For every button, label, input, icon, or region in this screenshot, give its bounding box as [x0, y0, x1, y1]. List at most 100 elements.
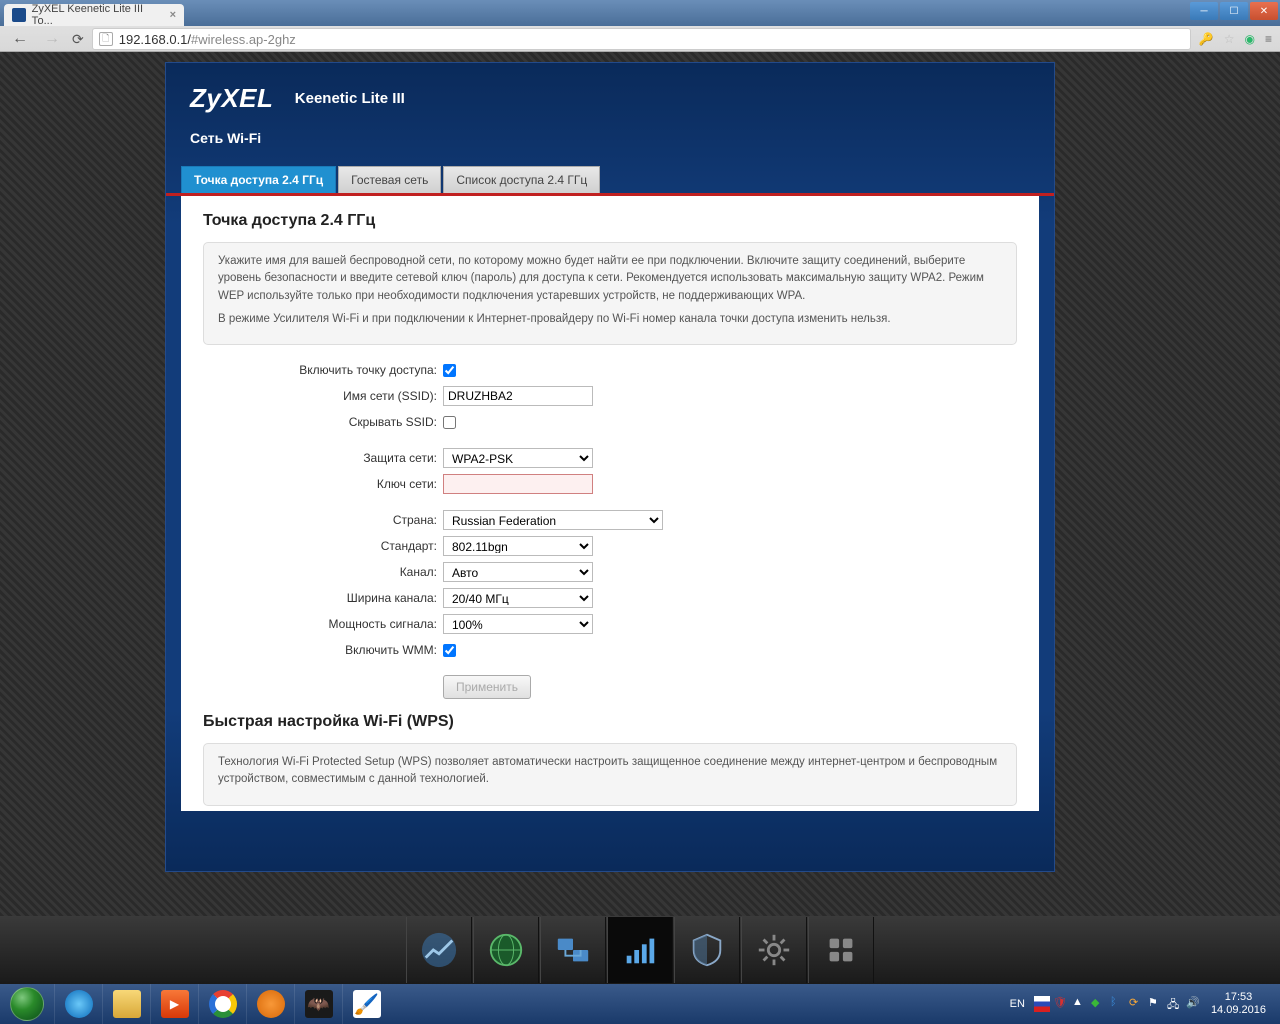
tray-chevron-icon[interactable]: ▲: [1072, 996, 1088, 1012]
tray-clock[interactable]: 17:53 14.09.2016: [1205, 991, 1272, 1017]
url-host: 192.168.0.1/#wireless.ap-2ghz: [119, 32, 296, 47]
gear-icon: [755, 931, 793, 969]
power-label: Мощность сигнала:: [203, 617, 443, 631]
channel-label: Канал:: [203, 565, 443, 579]
tab-title: ZyXEL Keenetic Lite III То...: [32, 3, 164, 27]
security-select[interactable]: WPA2-PSK: [443, 448, 593, 468]
info-box: Укажите имя для вашей беспроводной сети,…: [203, 242, 1017, 345]
url-input[interactable]: 🗋 192.168.0.1/#wireless.ap-2ghz: [92, 28, 1191, 50]
reload-button[interactable]: ⟳: [72, 31, 84, 48]
section-title: Сеть Wi-Fi: [190, 130, 1030, 146]
apply-button-1[interactable]: Применить: [443, 675, 531, 699]
key-icon[interactable]: 🔑: [1199, 32, 1214, 46]
router-bottom-nav: [0, 916, 1280, 984]
tray-shield-icon[interactable]: 🛡: [1053, 996, 1069, 1012]
standard-select[interactable]: 802.11bgn: [443, 536, 593, 556]
ie-icon: [65, 990, 93, 1018]
orange-circle-icon: [257, 990, 285, 1018]
ssid-label: Имя сети (SSID):: [203, 389, 443, 403]
apps-grid-icon: [822, 931, 860, 969]
router-header: ZyXEL Keenetic Lite III Сеть Wi-Fi: [166, 63, 1054, 156]
tray-action-icon[interactable]: ⚑: [1148, 996, 1164, 1012]
taskbar-app1[interactable]: [246, 984, 294, 1024]
forward-button[interactable]: →: [40, 30, 64, 48]
key-label: Ключ сети:: [203, 477, 443, 491]
windows-logo-icon: [10, 987, 44, 1021]
ssid-input[interactable]: [443, 386, 593, 406]
nav-wifi[interactable]: [607, 917, 673, 983]
start-button[interactable]: [0, 984, 54, 1024]
nav-settings[interactable]: [741, 917, 807, 983]
taskbar-app2[interactable]: 🦇: [294, 984, 342, 1024]
media-icon: ▶: [161, 990, 189, 1018]
brand-logo: ZyXEL: [190, 83, 273, 114]
wifi-bars-icon: [621, 931, 659, 969]
nav-security[interactable]: [674, 917, 740, 983]
wmm-label: Включить WMM:: [203, 643, 443, 657]
tab-access-list[interactable]: Список доступа 2.4 ГГц: [443, 166, 600, 193]
tray-update-icon[interactable]: ⟳: [1129, 996, 1145, 1012]
window-minimize-button[interactable]: ─: [1190, 2, 1218, 20]
tray-flag-icon[interactable]: [1034, 996, 1050, 1012]
tray-network-icon[interactable]: 🖧: [1167, 996, 1183, 1012]
enable-ap-label: Включить точку доступа:: [203, 363, 443, 377]
tab-favicon: [12, 8, 26, 22]
nav-network[interactable]: [540, 917, 606, 983]
content-area: Точка доступа 2.4 ГГц Укажите имя для ва…: [181, 196, 1039, 811]
page-icon: 🗋: [99, 32, 113, 46]
back-button[interactable]: ←: [8, 30, 32, 48]
browser-tab[interactable]: ZyXEL Keenetic Lite III То... ×: [4, 4, 184, 26]
key-input[interactable]: [443, 474, 593, 494]
security-label: Защита сети:: [203, 451, 443, 465]
star-icon[interactable]: ☆: [1224, 32, 1235, 46]
nav-internet[interactable]: [473, 917, 539, 983]
width-select[interactable]: 20/40 МГц: [443, 588, 593, 608]
tray-bt-icon[interactable]: ᛒ: [1110, 996, 1126, 1012]
browser-chrome: ZyXEL Keenetic Lite III То... × ─ ☐ ✕ ← …: [0, 0, 1280, 52]
settings-tabs: Точка доступа 2.4 ГГц Гостевая сеть Спис…: [166, 166, 1054, 196]
tray-volume-icon[interactable]: 🔊: [1186, 996, 1202, 1012]
wmm-checkbox[interactable]: [443, 644, 456, 657]
taskbar-app3[interactable]: 🖌️: [342, 984, 390, 1024]
taskbar-explorer[interactable]: [102, 984, 150, 1024]
brush-icon: 🖌️: [353, 990, 381, 1018]
windows-taskbar: ▶ 🦇 🖌️ EN 🛡 ▲ ◆ ᛒ ⟳ ⚑ 🖧 🔊 17:53 14.09.20…: [0, 984, 1280, 1024]
nav-apps[interactable]: [808, 917, 874, 983]
extension-icons: 🔑 ☆ ◉ ≡: [1199, 32, 1272, 46]
power-select[interactable]: 100%: [443, 614, 593, 634]
folder-icon: [113, 990, 141, 1018]
address-bar: ← → ⟳ 🗋 192.168.0.1/#wireless.ap-2ghz 🔑 …: [0, 26, 1280, 52]
tab-ap-24ghz[interactable]: Точка доступа 2.4 ГГц: [181, 166, 336, 193]
globe-icon: [487, 931, 525, 969]
tab-guest[interactable]: Гостевая сеть: [338, 166, 441, 193]
tab-bar: ZyXEL Keenetic Lite III То... × ─ ☐ ✕: [0, 0, 1280, 26]
taskbar-ie[interactable]: [54, 984, 102, 1024]
enable-ap-checkbox[interactable]: [443, 364, 456, 377]
channel-select[interactable]: Авто: [443, 562, 593, 582]
taskbar-media[interactable]: ▶: [150, 984, 198, 1024]
page-title: Точка доступа 2.4 ГГц: [203, 212, 1017, 230]
monitor-icon: [420, 931, 458, 969]
country-select[interactable]: Russian Federation: [443, 510, 663, 530]
network-icon: [554, 931, 592, 969]
wps-heading: Быстрая настройка Wi-Fi (WPS): [203, 713, 1017, 731]
tab-close-icon[interactable]: ×: [170, 9, 176, 21]
hide-ssid-label: Скрывать SSID:: [203, 415, 443, 429]
country-label: Страна:: [203, 513, 443, 527]
menu-icon[interactable]: ≡: [1265, 32, 1272, 46]
standard-label: Стандарт:: [203, 539, 443, 553]
chrome-icon: [209, 990, 237, 1018]
tray-av-icon[interactable]: ◆: [1091, 996, 1107, 1012]
window-close-button[interactable]: ✕: [1250, 2, 1278, 20]
nav-monitor[interactable]: [406, 917, 472, 983]
window-controls: ─ ☐ ✕: [1188, 0, 1280, 22]
width-label: Ширина канала:: [203, 591, 443, 605]
adguard-icon[interactable]: ◉: [1245, 32, 1255, 46]
taskbar-chrome[interactable]: [198, 984, 246, 1024]
hide-ssid-checkbox[interactable]: [443, 416, 456, 429]
router-admin-panel: ZyXEL Keenetic Lite III Сеть Wi-Fi Точка…: [165, 62, 1055, 872]
window-maximize-button[interactable]: ☐: [1220, 2, 1248, 20]
wifi-form: Включить точку доступа: Имя сети (SSID):…: [203, 359, 1017, 699]
system-tray: EN 🛡 ▲ ◆ ᛒ ⟳ ⚑ 🖧 🔊 17:53 14.09.2016: [1010, 991, 1280, 1017]
language-indicator[interactable]: EN: [1010, 998, 1025, 1010]
